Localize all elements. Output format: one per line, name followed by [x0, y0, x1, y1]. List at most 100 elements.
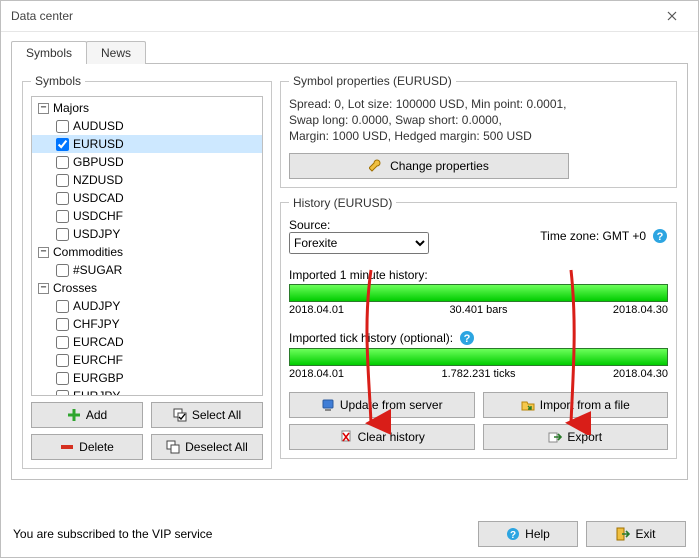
svg-text:?: ?	[657, 231, 664, 243]
tick-to: 2018.04.30	[613, 368, 668, 380]
props-line-3: Margin: 1000 USD, Hedged margin: 500 USD	[289, 128, 668, 144]
vip-status-text: You are subscribed to the VIP service	[13, 527, 212, 541]
update-from-server-button[interactable]: Update from server	[289, 392, 475, 418]
tree-item-checkbox[interactable]	[56, 336, 69, 349]
svg-text:?: ?	[464, 333, 471, 345]
window-close-button[interactable]	[652, 2, 692, 30]
clear-history-button[interactable]: Clear history	[289, 424, 475, 450]
footer-row: You are subscribed to the VIP service ? …	[11, 513, 688, 547]
tree-item[interactable]: #SUGAR	[32, 261, 262, 279]
tree-item-checkbox[interactable]	[56, 318, 69, 331]
select-all-button[interactable]: Select All	[151, 402, 263, 428]
tree-item-label: EURUSD	[73, 135, 130, 153]
tree-item-checkbox[interactable]	[56, 210, 69, 223]
tree-item-label: EURGBP	[73, 369, 130, 387]
history-group: History (EURUSD) Source: Forexite Time z…	[280, 196, 677, 459]
minute-history-label: Imported 1 minute history:	[289, 268, 668, 282]
tree-item-checkbox[interactable]	[56, 174, 69, 187]
deselect-all-button[interactable]: Deselect All	[151, 434, 263, 460]
collapse-icon[interactable]: −	[38, 283, 49, 294]
exit-button[interactable]: Exit	[586, 521, 686, 547]
delete-button[interactable]: Delete	[31, 434, 143, 460]
symbols-group: Symbols −MajorsAUDUSDEURUSDGBPUSDNZDUSDU…	[22, 74, 272, 469]
import-from-file-button[interactable]: Import from a file	[483, 392, 669, 418]
client-area: Symbols News Symbols −MajorsAUDUSDEURUSD…	[1, 32, 698, 557]
tree-group[interactable]: −Majors	[32, 99, 262, 117]
tick-history-bar	[289, 348, 668, 366]
change-properties-button[interactable]: Change properties	[289, 153, 569, 179]
tree-item-checkbox[interactable]	[56, 354, 69, 367]
delete-label: Delete	[79, 440, 114, 454]
tree-item-checkbox[interactable]	[56, 138, 69, 151]
timezone-help-icon[interactable]: ?	[652, 228, 668, 244]
tree-item[interactable]: EURCHF	[32, 351, 262, 369]
tree-group[interactable]: −Commodities	[32, 243, 262, 261]
svg-text:?: ?	[510, 530, 516, 541]
tree-item-label: USDCHF	[73, 207, 129, 225]
tree-item-label: EURCAD	[73, 333, 130, 351]
export-label: Export	[567, 430, 602, 444]
tree-group-label: Commodities	[53, 243, 129, 261]
tree-item[interactable]: AUDUSD	[32, 117, 262, 135]
tick-history-label: Imported tick history (optional): ?	[289, 330, 668, 346]
props-text: Spread: 0, Lot size: 100000 USD, Min poi…	[289, 96, 668, 145]
tree-item-checkbox[interactable]	[56, 120, 69, 133]
tick-help-icon[interactable]: ?	[459, 330, 475, 346]
tree-item-label: EURJPY	[73, 387, 126, 396]
source-label: Source:	[289, 218, 429, 232]
close-icon	[667, 11, 677, 21]
tree-item[interactable]: USDCHF	[32, 207, 262, 225]
exit-label: Exit	[635, 527, 655, 541]
collapse-icon[interactable]: −	[38, 103, 49, 114]
tree-item-checkbox[interactable]	[56, 390, 69, 397]
tree-item[interactable]: NZDUSD	[32, 171, 262, 189]
tree-item-checkbox[interactable]	[56, 300, 69, 313]
tree-item-checkbox[interactable]	[56, 156, 69, 169]
tree-group[interactable]: −Crosses	[32, 279, 262, 297]
tree-group-label: Majors	[53, 99, 95, 117]
tree-item[interactable]: USDCAD	[32, 189, 262, 207]
tick-history-info: 2018.04.01 1.782.231 ticks 2018.04.30	[289, 368, 668, 380]
tree-item-label: CHFJPY	[73, 315, 126, 333]
timezone-label: Time zone: GMT +0	[540, 229, 646, 243]
props-legend: Symbol properties (EURUSD)	[289, 74, 456, 88]
tree-item-label: USDJPY	[73, 225, 126, 243]
props-line-1: Spread: 0, Lot size: 100000 USD, Min poi…	[289, 96, 668, 112]
tab-news[interactable]: News	[86, 41, 146, 64]
tree-item-label: AUDUSD	[73, 117, 130, 135]
help-button[interactable]: ? Help	[478, 521, 578, 547]
clear-label: Clear history	[358, 430, 425, 444]
tree-item[interactable]: CHFJPY	[32, 315, 262, 333]
tick-from: 2018.04.01	[289, 368, 344, 380]
clear-icon	[339, 430, 353, 444]
tree-item[interactable]: EURCAD	[32, 333, 262, 351]
tab-symbols[interactable]: Symbols	[11, 41, 87, 64]
tree-item[interactable]: USDJPY	[32, 225, 262, 243]
symbol-tree[interactable]: −MajorsAUDUSDEURUSDGBPUSDNZDUSDUSDCADUSD…	[31, 96, 263, 396]
tree-item[interactable]: EURUSD	[32, 135, 262, 153]
source-select[interactable]: Forexite	[289, 232, 429, 254]
titlebar: Data center	[1, 1, 698, 32]
tree-item[interactable]: GBPUSD	[32, 153, 262, 171]
tree-item-checkbox[interactable]	[56, 264, 69, 277]
add-button-label: Add	[86, 408, 107, 422]
tree-item[interactable]: AUDJPY	[32, 297, 262, 315]
tree-item-checkbox[interactable]	[56, 372, 69, 385]
exit-icon	[616, 527, 630, 541]
tree-item[interactable]: EURJPY	[32, 387, 262, 396]
server-icon	[321, 398, 335, 412]
minute-history-bar	[289, 284, 668, 302]
minus-icon	[60, 440, 74, 454]
add-button[interactable]: Add	[31, 402, 143, 428]
collapse-icon[interactable]: −	[38, 247, 49, 258]
select-all-label: Select All	[192, 408, 241, 422]
tree-item-label: USDCAD	[73, 189, 130, 207]
tree-item[interactable]: EURGBP	[32, 369, 262, 387]
tree-item-checkbox[interactable]	[56, 192, 69, 205]
help-label: Help	[525, 527, 550, 541]
update-label: Update from server	[340, 398, 443, 412]
tree-group-label: Crosses	[53, 279, 103, 297]
tree-item-checkbox[interactable]	[56, 228, 69, 241]
tree-item-label: #SUGAR	[73, 261, 128, 279]
export-button[interactable]: Export	[483, 424, 669, 450]
